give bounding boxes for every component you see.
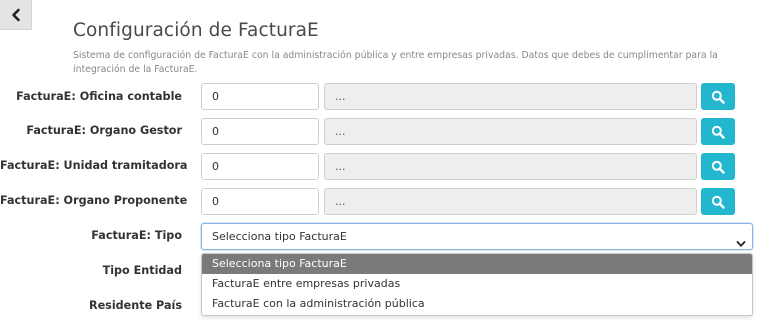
tipo-facturae-select[interactable]: Selecciona tipo FacturaE bbox=[201, 223, 753, 250]
dropdown-option[interactable]: FacturaE entre empresas privadas bbox=[202, 274, 752, 294]
search-icon bbox=[711, 160, 725, 174]
field-label-organo-proponente: FacturaE: Organo Proponente bbox=[0, 194, 188, 207]
oficina-contable-search-button[interactable] bbox=[701, 83, 735, 110]
back-button[interactable] bbox=[0, 0, 32, 30]
unidad-tramitadora-description-field: ... bbox=[324, 153, 697, 180]
oficina-contable-description-field: ... bbox=[324, 83, 697, 110]
oficina-contable-code-input[interactable]: 0 bbox=[201, 83, 319, 110]
search-icon bbox=[711, 90, 725, 104]
chevron-left-icon bbox=[10, 8, 22, 22]
organo-proponente-search-button[interactable] bbox=[701, 188, 735, 215]
unidad-tramitadora-search-button[interactable] bbox=[701, 153, 735, 180]
field-label-unidad-tramitadora: FacturaE: Unidad tramitadora bbox=[0, 159, 188, 172]
field-label-residente-pais: Residente País bbox=[88, 299, 182, 312]
unidad-tramitadora-code-input[interactable]: 0 bbox=[201, 153, 319, 180]
organo-gestor-description-field: ... bbox=[324, 118, 697, 145]
tipo-selected-value: Selecciona tipo FacturaE bbox=[212, 230, 347, 243]
field-label-tipo: FacturaE: Tipo bbox=[91, 229, 182, 242]
page-title: Configuración de FacturaE bbox=[73, 20, 319, 41]
organo-gestor-code-input[interactable]: 0 bbox=[201, 118, 319, 145]
search-icon bbox=[711, 125, 725, 139]
search-icon bbox=[711, 195, 725, 209]
field-label-organo-gestor: FacturaE: Organo Gestor bbox=[26, 124, 182, 137]
dropdown-option[interactable]: FacturaE con la administración pública bbox=[202, 294, 752, 314]
organo-proponente-code-input[interactable]: 0 bbox=[201, 188, 319, 215]
organo-gestor-search-button[interactable] bbox=[701, 118, 735, 145]
field-label-tipo-entidad: Tipo Entidad bbox=[102, 264, 182, 277]
field-label-oficina-contable: FacturaE: Oficina contable bbox=[16, 90, 182, 103]
page-description: Sistema de configuración de FacturaE con… bbox=[73, 50, 718, 75]
tipo-dropdown-list: Selecciona tipo FacturaE FacturaE entre … bbox=[201, 253, 753, 316]
organo-proponente-description-field: ... bbox=[324, 188, 697, 215]
dropdown-option[interactable]: Selecciona tipo FacturaE bbox=[202, 254, 752, 274]
